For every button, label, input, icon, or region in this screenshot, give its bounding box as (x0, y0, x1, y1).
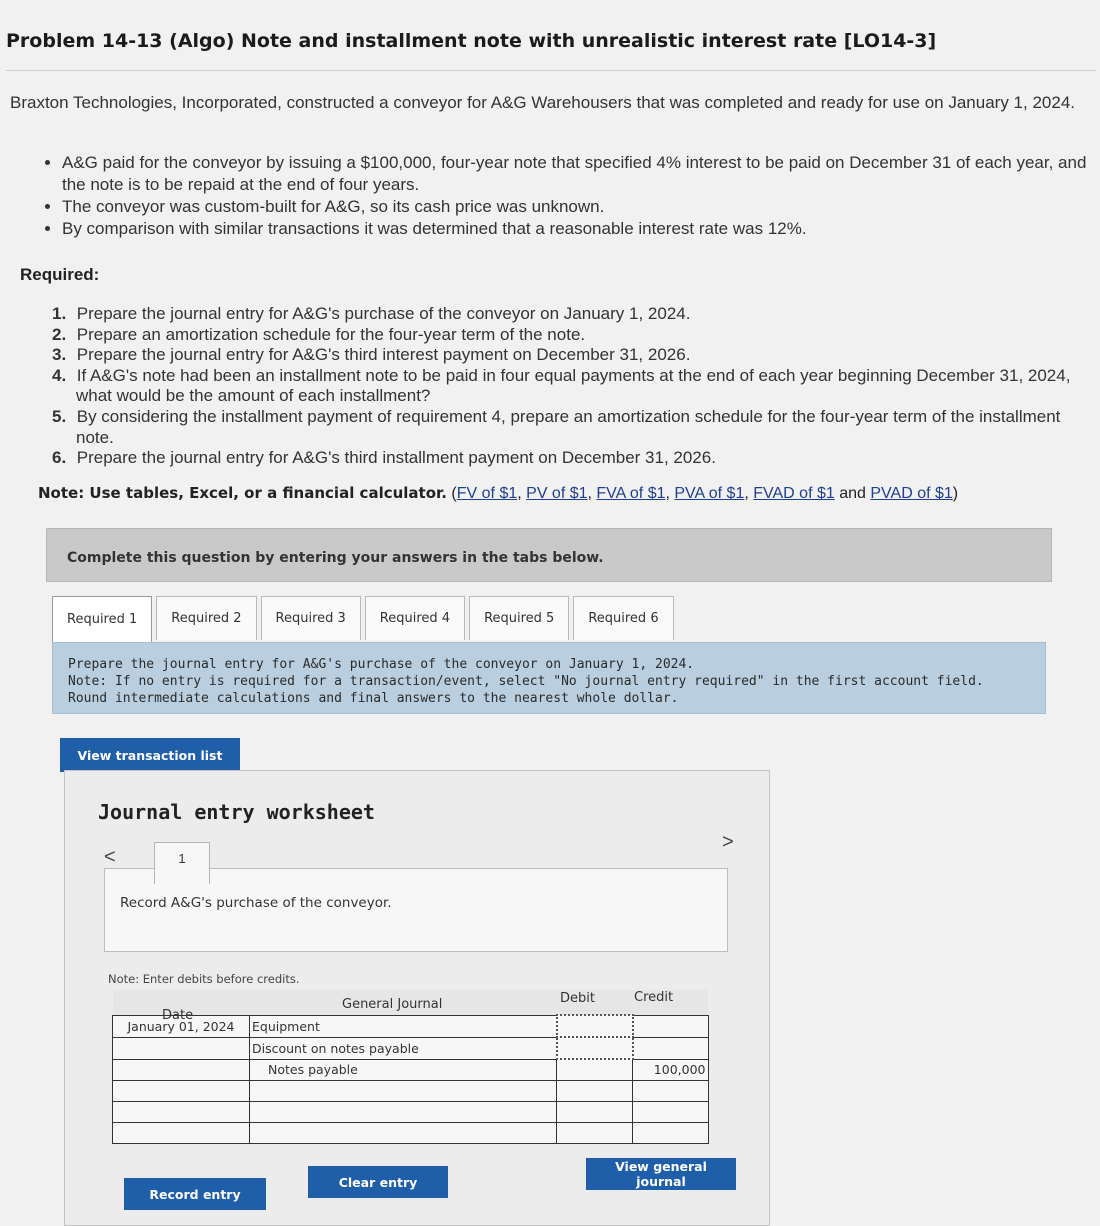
date-cell[interactable] (112, 1080, 250, 1102)
account-cell[interactable]: Equipment (249, 1014, 557, 1038)
requirement-number: 3. (52, 345, 67, 365)
chevron-left-icon[interactable]: < (104, 846, 116, 869)
date-cell[interactable] (112, 1058, 250, 1081)
requirements-list: 1. Prepare the journal entry for A&G's p… (52, 304, 1072, 469)
debit-cell[interactable] (556, 1058, 633, 1081)
account-cell[interactable]: Discount on notes payable (249, 1036, 557, 1060)
tab-required-5[interactable]: Required 5 (469, 596, 570, 640)
complete-question-bar: Complete this question by entering your … (46, 528, 1052, 582)
column-header-credit: Credit (634, 990, 674, 1005)
table-row: January 01, 2024 Equipment (112, 1014, 709, 1038)
view-transaction-list-button[interactable]: View transaction list (60, 738, 240, 772)
requirement-item: 1. Prepare the journal entry for A&G's p… (52, 304, 1072, 325)
column-header-date: Date (162, 1008, 194, 1023)
debit-cell[interactable] (555, 1014, 634, 1038)
instructions-panel: Prepare the journal entry for A&G's purc… (52, 642, 1046, 714)
table-row (112, 1080, 709, 1102)
link-pv[interactable]: PV of $1 (526, 485, 587, 502)
problem-intro: Braxton Technologies, Incorporated, cons… (10, 93, 1075, 112)
tables-note-label: Note: Use tables, Excel, or a financial … (38, 484, 447, 502)
worksheet-title: Journal entry worksheet (98, 800, 375, 824)
chevron-right-icon[interactable]: > (722, 831, 734, 854)
link-pva[interactable]: PVA of $1 (674, 485, 744, 502)
tab-required-4[interactable]: Required 4 (364, 596, 466, 640)
date-cell[interactable] (112, 1101, 250, 1123)
requirement-item: 4. If A&G's note had been an installment… (52, 366, 1072, 407)
worksheet-page-tab[interactable]: 1 (154, 842, 210, 884)
instructions-line: Prepare the journal entry for A&G's purc… (68, 657, 695, 672)
problem-bullets: A&G paid for the conveyor by issuing a $… (40, 152, 1100, 240)
instructions-note: Note: If no entry is required for a tran… (68, 674, 984, 706)
tab-required-6[interactable]: Required 6 (573, 596, 674, 640)
debit-cell[interactable] (556, 1080, 633, 1102)
journal-table: January 01, 2024 Equipment Discount on n… (112, 990, 709, 1144)
requirement-number: 6. (52, 448, 67, 468)
account-cell[interactable]: Notes payable (249, 1058, 557, 1081)
requirement-text: Prepare the journal entry for A&G's purc… (76, 304, 691, 323)
requirement-text: If A&G's note had been an installment no… (76, 365, 1071, 406)
requirement-text: Prepare an amortization schedule for the… (76, 324, 586, 344)
requirement-text: Prepare the journal entry for A&G's thir… (76, 448, 716, 468)
requirement-item: 3. Prepare the journal entry for A&G's t… (52, 345, 1072, 366)
account-cell[interactable] (249, 1080, 557, 1102)
bullet-item: A&G paid for the conveyor by issuing a $… (62, 152, 1100, 196)
link-fvad[interactable]: FVAD of $1 (753, 485, 835, 502)
tab-required-1[interactable]: Required 1 (52, 596, 153, 642)
table-row (112, 1101, 709, 1123)
view-general-journal-button[interactable]: View general journal (586, 1158, 736, 1190)
link-pvad[interactable]: PVAD of $1 (870, 485, 952, 502)
date-cell[interactable] (112, 1122, 250, 1144)
date-cell[interactable] (112, 1036, 250, 1060)
requirement-text: Prepare the journal entry for A&G's thir… (76, 345, 691, 365)
credit-cell[interactable] (632, 1014, 709, 1038)
requirement-number: 5. (52, 406, 67, 426)
table-row (112, 1122, 709, 1144)
account-cell[interactable] (249, 1101, 557, 1123)
tab-required-3[interactable]: Required 3 (260, 596, 361, 640)
debit-cell[interactable] (555, 1036, 634, 1060)
column-header-general-journal: General Journal (342, 997, 443, 1012)
requirement-number: 2. (52, 324, 67, 344)
table-row: Discount on notes payable (112, 1036, 709, 1060)
record-entry-button[interactable]: Record entry (124, 1178, 266, 1210)
enter-debits-note: Note: Enter debits before credits. (108, 972, 300, 986)
tab-required-2[interactable]: Required 2 (156, 596, 257, 640)
link-fv[interactable]: FV of $1 (457, 485, 517, 502)
credit-cell[interactable]: 100,000 (632, 1058, 709, 1081)
requirement-text: By considering the installment payment o… (76, 406, 1061, 447)
credit-cell[interactable] (632, 1036, 709, 1060)
bullet-item: The conveyor was custom-built for A&G, s… (62, 196, 1100, 218)
bullet-item: By comparison with similar transactions … (62, 218, 1100, 240)
clear-entry-button[interactable]: Clear entry (308, 1166, 448, 1198)
debit-cell[interactable] (556, 1122, 633, 1144)
problem-title: Problem 14-13 (Algo) Note and installmen… (6, 30, 1096, 71)
requirement-number: 4. (52, 365, 67, 385)
link-fva[interactable]: FVA of $1 (596, 485, 665, 502)
requirement-item: 2. Prepare an amortization schedule for … (52, 325, 1072, 346)
requirement-number: 1. (52, 304, 67, 323)
credit-cell[interactable] (632, 1080, 709, 1102)
column-header-debit: Debit (560, 991, 595, 1006)
tab-bar: Required 1 Required 2 Required 3 Require… (52, 596, 678, 642)
table-row: Notes payable 100,000 (112, 1058, 709, 1081)
requirement-item: 6. Prepare the journal entry for A&G's t… (52, 448, 1072, 469)
debit-cell[interactable] (556, 1101, 633, 1123)
credit-cell[interactable] (632, 1122, 709, 1144)
account-cell[interactable] (249, 1122, 557, 1144)
and-text: and (839, 485, 866, 502)
required-heading: Required: (20, 265, 100, 284)
credit-cell[interactable] (632, 1101, 709, 1123)
tables-note: Note: Use tables, Excel, or a financial … (38, 484, 959, 502)
requirement-item: 5. By considering the installment paymen… (52, 407, 1072, 448)
